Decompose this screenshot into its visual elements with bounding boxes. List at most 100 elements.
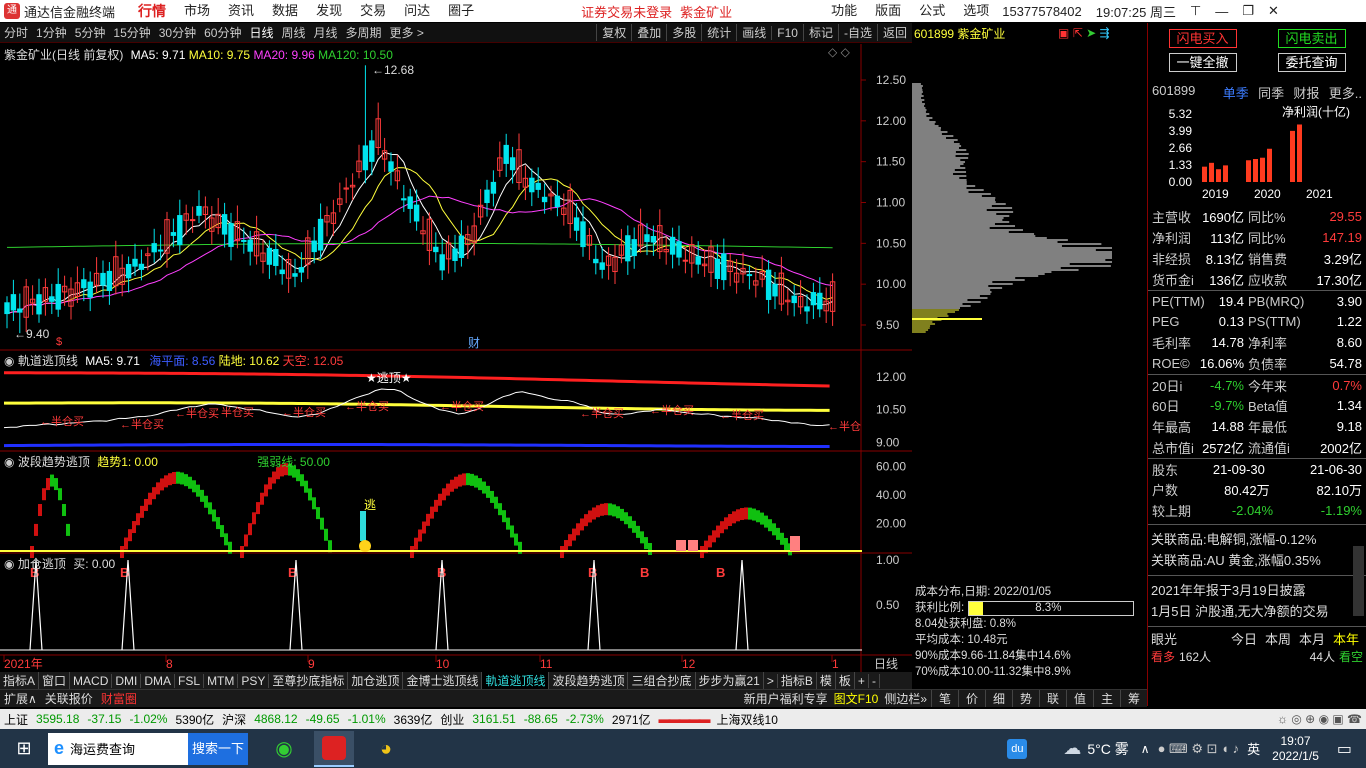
fund-row-10[interactable]: 年最高 14.88 年最低 9.18: [1148, 416, 1366, 437]
pin-icon[interactable]: ⊤: [1190, 3, 1201, 19]
menu-xuanxiang[interactable]: 选项: [954, 0, 998, 22]
order-query-button[interactable]: 委托查询: [1277, 53, 1346, 72]
related-quote-button[interactable]: 关联报价: [41, 690, 97, 707]
fund-row-5[interactable]: PEG 0.13 PS(TTM) 1.22: [1148, 311, 1366, 332]
minimize-icon[interactable]: —: [1215, 4, 1228, 19]
side-tab-1[interactable]: 价: [958, 690, 985, 707]
f10-button[interactable]: 图文F10: [832, 690, 881, 707]
fund-row-4[interactable]: PE(TTM) 19.4 PB(MRQ) 3.90: [1148, 290, 1366, 311]
indicator-tab-11[interactable]: 軌道逃顶线: [482, 672, 550, 689]
panel4-toggle-icon[interactable]: ◉: [4, 557, 14, 571]
cy-label[interactable]: 创业: [436, 711, 468, 728]
newuser-benefit-link[interactable]: 新用户福利专享: [740, 690, 832, 707]
eye-tab-year[interactable]: 本年: [1333, 629, 1359, 648]
flash-sell-button[interactable]: 闪电卖出: [1277, 29, 1346, 48]
taskbar-app-360-icon[interactable]: ◉: [264, 733, 304, 765]
fund-row-6[interactable]: 毛利率 14.78 净利率 8.60: [1148, 332, 1366, 353]
fund-row-7[interactable]: ROE© 16.06% 负债率 54.78: [1148, 353, 1366, 374]
menu-jiaoyi[interactable]: 交易: [351, 0, 395, 22]
tool-zixuan[interactable]: -自选: [837, 24, 877, 41]
eye-tab-month[interactable]: 本月: [1299, 629, 1333, 648]
fin-tab-more[interactable]: 更多..: [1329, 83, 1362, 102]
taskbar-app-chrome-icon[interactable]: ◕: [366, 733, 406, 765]
sz-label[interactable]: 沪深: [218, 711, 250, 728]
indicator-tab-0[interactable]: 指标A: [0, 672, 40, 689]
tool-fanhui[interactable]: 返回: [876, 24, 912, 41]
wealth-circle-button[interactable]: 财富圈: [97, 690, 141, 707]
eye-tab-week[interactable]: 本周: [1265, 629, 1299, 648]
taskbar-clock[interactable]: 19:07 2022/1/5: [1272, 734, 1319, 764]
menu-hangqing[interactable]: 行情: [129, 0, 175, 22]
fund-row-11[interactable]: 总市值i 2572亿 流通值i 2002亿: [1148, 437, 1366, 458]
panel3-toggle-icon[interactable]: ◉: [4, 455, 14, 469]
period-15m[interactable]: 15分钟: [109, 24, 154, 41]
period-more[interactable]: 更多 >: [386, 24, 428, 41]
login-notice[interactable]: 证券交易未登录: [581, 2, 672, 21]
user-phone[interactable]: 15377578402: [1002, 4, 1082, 19]
fund-row-12[interactable]: 股东 21-09-30 21-06-30: [1148, 458, 1366, 479]
dividend-marker[interactable]: $: [56, 336, 62, 348]
right-scrollbar[interactable]: [1353, 546, 1364, 616]
indicator-tab-18[interactable]: 板: [836, 672, 855, 689]
fund-row-9[interactable]: 60日 -9.7% Beta值 1.34: [1148, 395, 1366, 416]
menu-quanzi[interactable]: 圈子: [439, 0, 483, 22]
side-tab-2[interactable]: 细: [985, 690, 1012, 707]
panel2-toggle-icon[interactable]: ◉: [4, 354, 14, 368]
fund-row-3[interactable]: 货币金i 136亿 应收款 17.30亿: [1148, 269, 1366, 290]
side-tab-3[interactable]: 势: [1012, 690, 1039, 707]
period-multi[interactable]: 多周期: [342, 24, 386, 41]
tool-tongji[interactable]: 统计: [701, 24, 736, 41]
menu-wenda[interactable]: 问达: [395, 0, 439, 22]
eye-tab-today[interactable]: 今日: [1231, 629, 1265, 648]
taskbar-du-icon[interactable]: du: [1007, 738, 1028, 759]
hk-connect-notice[interactable]: 1月5日 沪股通,无大净额的交易: [1151, 601, 1363, 622]
sidebar-toggle[interactable]: 侧边栏»: [880, 690, 931, 707]
fund-row-14[interactable]: 较上期 -2.04% -1.19%: [1148, 500, 1366, 521]
menu-gongshi[interactable]: 公式: [910, 0, 954, 22]
menu-shichang[interactable]: 市场: [175, 0, 219, 22]
period-5m[interactable]: 5分钟: [71, 24, 110, 41]
side-tab-4[interactable]: 联: [1039, 690, 1066, 707]
indicator-tab-16[interactable]: 指标B: [778, 672, 817, 689]
status-tray-icons[interactable]: ☼ ◎ ⊕ ◉ ▣ ☎: [1273, 712, 1366, 726]
indicator-tab-13[interactable]: 三组合抄底: [628, 672, 696, 689]
indicator-tab-9[interactable]: 加仓逃顶: [348, 672, 404, 689]
indicator-tab-1[interactable]: 窗口: [39, 672, 71, 689]
indicator-tab-17[interactable]: 模: [817, 672, 836, 689]
related-goods-1[interactable]: 关联商品:电解铜,涨幅-0.12%: [1151, 529, 1363, 550]
financial-marker[interactable]: 财: [468, 334, 480, 351]
indicator-tab-6[interactable]: MTM: [204, 673, 239, 688]
indicator-tab-7[interactable]: PSY: [238, 673, 270, 688]
menu-zixun[interactable]: 资讯: [219, 0, 263, 22]
period-60m[interactable]: 60分钟: [200, 24, 245, 41]
close-icon[interactable]: ✕: [1268, 3, 1279, 19]
indicator-tab-3[interactable]: DMI: [112, 673, 142, 688]
indicator-tab-20[interactable]: -: [869, 673, 880, 688]
tray-icons[interactable]: ● ⌨ ⚙ ⊡ ◖ ♪: [1158, 741, 1240, 757]
period-1m[interactable]: 1分钟: [32, 24, 71, 41]
fund-row-13[interactable]: 户数 80.42万 82.10万: [1148, 479, 1366, 500]
period-monthly[interactable]: 月线: [310, 24, 342, 41]
period-fenshi[interactable]: 分时: [0, 24, 32, 41]
sh-label[interactable]: 上证: [0, 711, 32, 728]
fund-row-8[interactable]: 20日i -4.7% 今年来 0.7%: [1148, 374, 1366, 395]
maximize-icon[interactable]: ❐: [1242, 3, 1254, 19]
fin-tab-quarter[interactable]: 单季: [1223, 83, 1258, 102]
status-line-text[interactable]: 上海双线10: [713, 711, 782, 728]
tray-up-icon[interactable]: ∧: [1141, 742, 1150, 756]
taskbar-search-button[interactable]: 搜索一下: [188, 732, 248, 765]
expand-button[interactable]: 扩展∧: [0, 690, 41, 707]
related-goods-2[interactable]: 关联商品:AU 黄金,涨幅0.35%: [1151, 550, 1363, 571]
side-tab-0[interactable]: 笔: [931, 690, 958, 707]
flash-buy-button[interactable]: 闪电买入: [1168, 29, 1237, 48]
windows-start-icon[interactable]: ⊞: [0, 738, 48, 759]
ime-indicator[interactable]: 英: [1247, 739, 1260, 758]
tool-fuquan[interactable]: 复权: [596, 24, 631, 41]
indicator-tab-4[interactable]: DMA: [141, 673, 176, 688]
period-daily[interactable]: 日线: [245, 24, 277, 41]
menu-banmian[interactable]: 版面: [866, 0, 910, 22]
tool-huaxian[interactable]: 画线: [736, 24, 771, 41]
taskbar-app-tdx-icon[interactable]: [314, 730, 354, 767]
fin-tab-sameq[interactable]: 同季: [1258, 83, 1293, 102]
indicator-tab-5[interactable]: FSL: [175, 673, 205, 688]
